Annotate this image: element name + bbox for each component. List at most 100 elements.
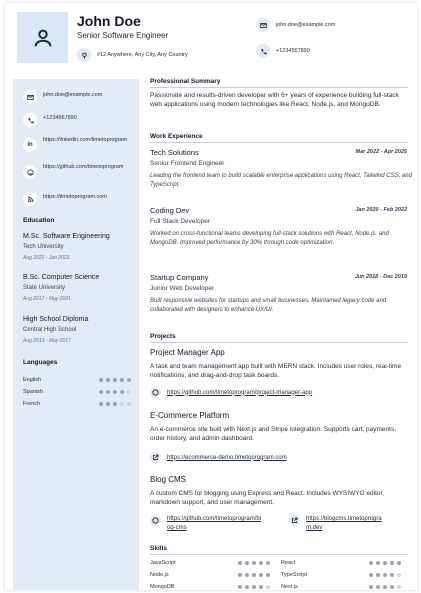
- job-role: Full Stack Developer: [150, 218, 210, 225]
- rating-dot: [369, 561, 373, 565]
- job-dates: Jan 2020 - Feb 2022: [355, 207, 407, 213]
- divider: [150, 342, 408, 343]
- project-link-github[interactable]: https://github.com/timetoprogram/project…: [150, 387, 312, 398]
- rating-dot: [106, 390, 110, 394]
- rating-dot: [376, 585, 380, 589]
- project-link-text: https://github.com/timetoprogram/project…: [167, 389, 313, 396]
- skill-name: Next.js: [281, 584, 298, 590]
- language-name: French: [23, 401, 41, 407]
- rating-dot: [252, 573, 256, 577]
- phone-icon: [23, 113, 37, 127]
- rating-dots: [99, 390, 131, 394]
- job-role: Junior Web Developer: [150, 285, 215, 292]
- summary-text: Passionate and results-driven developer …: [150, 92, 399, 108]
- sidebar-contact-phone[interactable]: +1234567890: [23, 112, 77, 127]
- header-phone[interactable]: +1234567890: [256, 44, 310, 58]
- rating-dot: [99, 378, 103, 382]
- rating-dot: [369, 585, 373, 589]
- project-description: An e-commerce site built with Next.js an…: [150, 426, 397, 442]
- resume-page: John Doe Senior Software Engineer #12 An…: [5, 3, 417, 590]
- location-icon: [77, 48, 91, 62]
- rating-dot: [369, 573, 373, 577]
- education-school: State University: [23, 285, 66, 291]
- rating-dots: [238, 585, 270, 589]
- rating-dot: [383, 585, 387, 589]
- project-link-text: https://ecommerce-demo.timetoprogram.com: [167, 454, 287, 461]
- rating-dot: [120, 390, 124, 394]
- project-link-lines: https://github.com/timetoprogram/bl og-c…: [167, 515, 261, 533]
- projects-heading: Projects: [150, 333, 176, 340]
- experience-heading: Work Experience: [150, 133, 203, 140]
- education-school: Central High School: [23, 327, 77, 333]
- resume-name: John Doe: [77, 13, 141, 29]
- skill-row: Node.js: [150, 572, 270, 578]
- rss-icon: [23, 192, 37, 206]
- project-link-demo[interactable]: https://blogcms.timetoprogra m.dev: [289, 515, 382, 533]
- sidebar-contact-text: https://timetoprogram.com: [43, 194, 107, 200]
- project-link-demo[interactable]: https://ecommerce-demo.timetoprogram.com: [150, 452, 287, 463]
- skill-row: TypeScript: [281, 572, 401, 578]
- sidebar: [13, 79, 139, 590]
- rating-dot: [106, 378, 110, 382]
- skill-name: JavaScript: [150, 560, 176, 566]
- job-company: Tech Solutions: [150, 148, 199, 157]
- sidebar-contact-text: john.doe@example.com: [43, 92, 103, 98]
- language-row: English: [23, 377, 131, 383]
- sidebar-contact-website[interactable]: https://timetoprogram.com: [23, 191, 107, 206]
- rating-dot: [266, 561, 270, 565]
- rating-dot: [259, 561, 263, 565]
- rating-dot: [259, 573, 263, 577]
- phone-icon: [256, 44, 270, 58]
- rating-dots: [99, 402, 131, 406]
- project-link-text: https://github.com/timetoprogram/bl: [167, 516, 262, 522]
- mail-icon: [256, 18, 270, 32]
- rating-dot: [383, 561, 387, 565]
- header-phone-text: +1234567890: [276, 48, 310, 54]
- sidebar-contact-linkedin[interactable]: in https://linkedin.com/timetoprogram: [23, 137, 127, 152]
- header-address-text: #12 Anywhere, Any City, Any Country: [97, 52, 188, 58]
- sidebar-contact-github[interactable]: https://github.com/timetoprogram: [23, 164, 127, 179]
- rating-dot: [252, 561, 256, 565]
- linkedin-icon: in: [23, 138, 37, 152]
- rating-dot: [397, 561, 401, 565]
- github-icon: [150, 387, 161, 398]
- rating-dot: [245, 585, 249, 589]
- sidebar-contact-text: https://linkedin.com/timetoprogram: [43, 137, 128, 143]
- project-link-lines: https://blogcms.timetoprogra m.dev: [306, 515, 382, 533]
- sidebar-contact-text: +1234567890: [43, 115, 77, 121]
- rating-dot: [245, 573, 249, 577]
- education-degree: M.Sc. Software Engineering: [23, 233, 110, 240]
- mail-icon: [23, 90, 37, 104]
- rating-dot: [266, 585, 270, 589]
- rating-dot: [99, 402, 103, 406]
- job-company: Coding Dev: [150, 206, 190, 215]
- rating-dots: [369, 561, 401, 565]
- project-title: Blog CMS: [150, 475, 187, 484]
- rating-dot: [397, 585, 401, 589]
- user-icon: [34, 29, 51, 46]
- job-dates: Jun 2018 - Dec 2019: [354, 274, 407, 280]
- rating-dot: [127, 402, 131, 406]
- project-link-text: https://blogcms.timetoprogra: [306, 516, 382, 522]
- rating-dot: [266, 573, 270, 577]
- sidebar-contact-email[interactable]: john.doe@example.com: [23, 89, 102, 104]
- header-email[interactable]: john.doe@example.com: [256, 18, 335, 32]
- rating-dot: [127, 378, 131, 382]
- job-dates: Mar 2022 - Apr 2025: [355, 149, 407, 155]
- job-description: Built responsive websites for startups a…: [150, 298, 387, 313]
- job-company: Startup Company: [150, 273, 209, 282]
- rating-dot: [127, 390, 131, 394]
- project-link-github[interactable]: https://github.com/timetoprogram/bl og-c…: [150, 515, 261, 533]
- github-icon: [23, 165, 37, 179]
- rating-dot: [252, 585, 256, 589]
- rating-dots: [369, 573, 401, 577]
- skill-row: JavaScript: [150, 560, 270, 566]
- resume-header: John Doe Senior Software Engineer #12 An…: [5, 3, 417, 73]
- rating-dot: [99, 390, 103, 394]
- rating-dot: [245, 561, 249, 565]
- skill-name: Node.js: [150, 572, 169, 578]
- rating-dots: [238, 561, 270, 565]
- skill-name: React: [281, 560, 296, 566]
- rating-dot: [383, 573, 387, 577]
- rating-dot: [390, 561, 394, 565]
